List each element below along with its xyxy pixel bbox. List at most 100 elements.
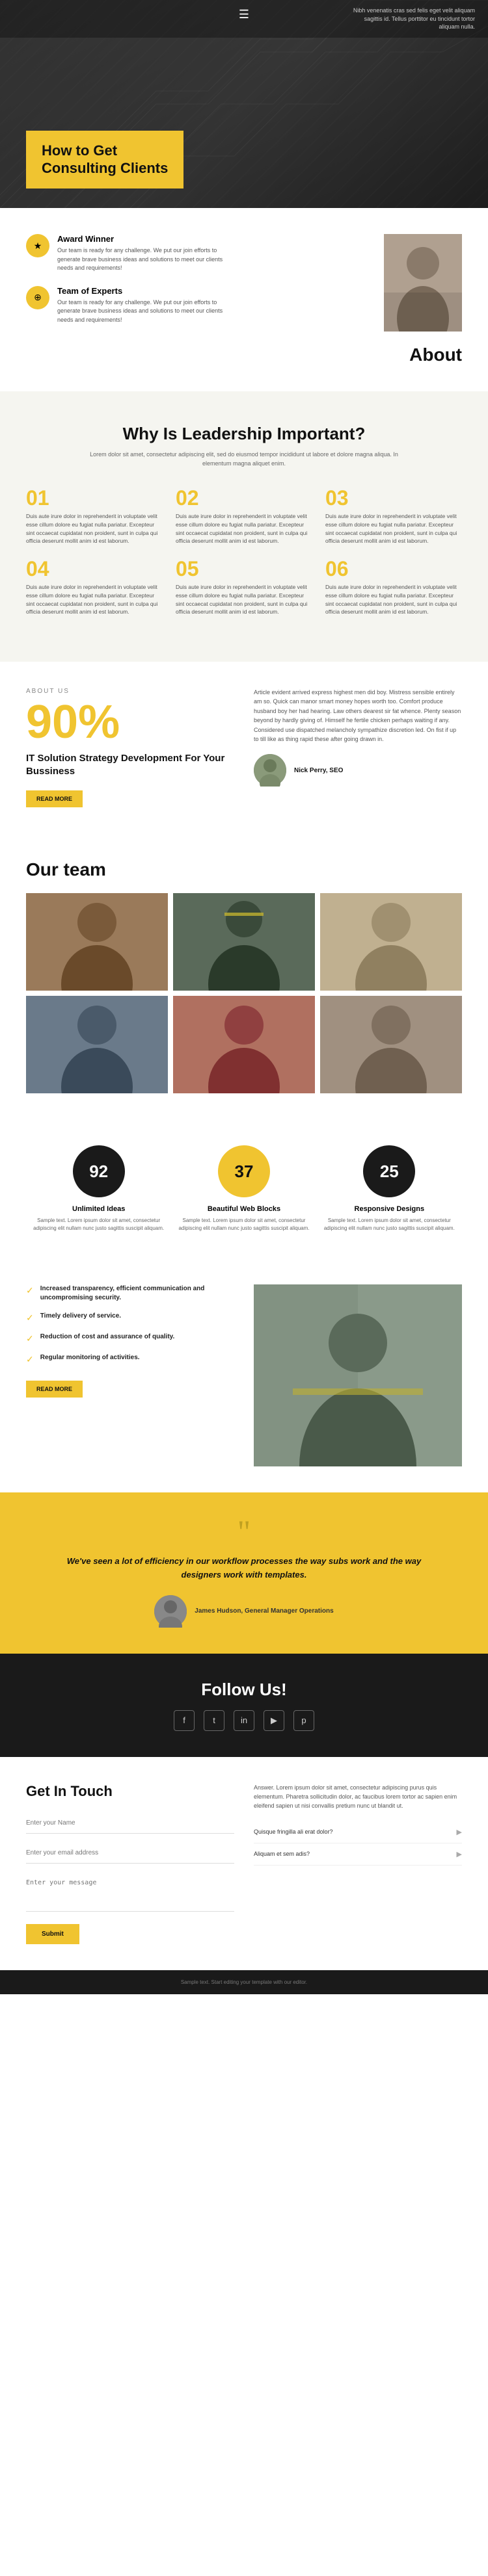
leadership-title: Why Is Leadership Important? (26, 424, 462, 444)
leadership-item-4: 04 Duis aute irure dolor in reprehenderi… (26, 558, 163, 616)
stat-item-2: 37 Beautiful Web Blocks Sample text. Lor… (171, 1145, 316, 1232)
quote-person-name: James Hudson, General Manager Operations (195, 1607, 333, 1615)
award-winner-item: ★ Award Winner Our team is ready for any… (26, 234, 237, 273)
about-person-image (384, 234, 462, 332)
follow-section: Follow Us! f t in ▶ p (0, 1654, 488, 1757)
leadership-text-2: Duis aute irure dolor in reprehenderit i… (176, 512, 312, 545)
leadership-text-5: Duis aute irure dolor in reprehenderit i… (176, 583, 312, 616)
team-photo-2 (173, 893, 315, 991)
name-input[interactable] (26, 1813, 234, 1834)
leadership-grid-top: 01 Duis aute irure dolor in reprehenderi… (26, 488, 462, 545)
features-section: ✓ Increased transparency, efficient comm… (0, 1258, 488, 1492)
leadership-num-2: 02 (176, 488, 312, 508)
team-photo-6 (320, 996, 462, 1093)
quote-person-info: James Hudson, General Manager Operations (195, 1607, 333, 1615)
contact-section: Get In Touch Submit Answer. Lorem ipsum … (0, 1757, 488, 1970)
about-left: ★ Award Winner Our team is ready for any… (26, 234, 237, 337)
stat-title-1: Unlimited Ideas (26, 1205, 171, 1213)
features-right (254, 1284, 462, 1466)
instagram-icon[interactable]: in (234, 1710, 254, 1731)
team-photo-5 (173, 996, 315, 1093)
experts-icon: ⊕ (26, 286, 49, 309)
about-right: About (251, 234, 462, 365)
leadership-text-1: Duis aute irure dolor in reprehenderit i… (26, 512, 163, 545)
stat-item-3: 25 Responsive Designs Sample text. Lorem… (317, 1145, 462, 1232)
faq-label-1: Quisque fringilla ali erat dolor? (254, 1828, 333, 1835)
stat-num-3: 25 (380, 1162, 399, 1182)
about-us-heading: IT Solution Strategy Development For You… (26, 752, 234, 777)
award-title: Award Winner (57, 234, 237, 244)
stat-item-1: 92 Unlimited Ideas Sample text. Lorem ip… (26, 1145, 171, 1232)
hero-section: Nibh venenatis cras sed felis eget velit… (0, 0, 488, 208)
leadership-num-3: 03 (325, 488, 462, 508)
ceo-row: Nick Perry, SEO (254, 754, 462, 787)
twitter-icon[interactable]: t (204, 1710, 224, 1731)
hero-title: How to Get Consulting Clients (42, 142, 168, 177)
quote-text: We've seen a lot of efficiency in our wo… (52, 1555, 436, 1582)
email-input[interactable] (26, 1843, 234, 1864)
leadership-section: Why Is Leadership Important? Lorem dolor… (0, 391, 488, 662)
stat-circle-2: 37 (218, 1145, 270, 1197)
message-input[interactable] (26, 1873, 234, 1912)
quote-avatar-svg (154, 1595, 187, 1628)
experts-text: Team of Experts Our team is ready for an… (57, 286, 237, 325)
stat-desc-1: Sample text. Lorem ipsum dolor sit amet,… (26, 1217, 171, 1232)
leadership-num-6: 06 (325, 558, 462, 579)
leadership-num-1: 01 (26, 488, 163, 508)
leadership-item-3: 03 Duis aute irure dolor in reprehenderi… (325, 488, 462, 545)
about-section: ★ Award Winner Our team is ready for any… (0, 208, 488, 391)
faq-arrow-2: ▶ (457, 1850, 462, 1858)
submit-button[interactable]: Submit (26, 1924, 79, 1944)
hero-text-box: How to Get Consulting Clients (26, 131, 183, 189)
contact-left: Get In Touch Submit (26, 1783, 234, 1944)
feature-item-1: ✓ Increased transparency, efficient comm… (26, 1284, 234, 1303)
hamburger-icon[interactable]: ☰ (239, 8, 249, 21)
experts-title: Team of Experts (57, 286, 237, 296)
ceo-avatar-svg (254, 754, 286, 787)
experts-desc: Our team is ready for any challenge. We … (57, 298, 237, 325)
youtube-icon[interactable]: ▶ (264, 1710, 284, 1731)
footer: Sample text. Start editing your template… (0, 1970, 488, 1994)
ceo-avatar (254, 754, 286, 787)
stat-circle-1: 92 (73, 1145, 125, 1197)
leadership-grid-bottom: 04 Duis aute irure dolor in reprehenderi… (26, 558, 462, 616)
quote-avatar (154, 1595, 187, 1628)
ceo-name: Nick Perry, SEO (294, 767, 343, 774)
team-title: Our team (26, 859, 462, 880)
person-svg (384, 234, 462, 332)
about-us-right: Article evident arrived express highest … (254, 688, 462, 807)
pinterest-icon[interactable]: p (293, 1710, 314, 1731)
faq-item-1[interactable]: Quisque fringilla ali erat dolor? ▶ (254, 1821, 462, 1843)
feature-text-2: Timely delivery of service. (40, 1312, 121, 1321)
stat-title-3: Responsive Designs (317, 1205, 462, 1213)
leadership-text-6: Duis aute irure dolor in reprehenderit i… (325, 583, 462, 616)
faq-item-2[interactable]: Aliquam et sem adis? ▶ (254, 1843, 462, 1866)
leadership-num-4: 04 (26, 558, 163, 579)
quote-person: James Hudson, General Manager Operations (52, 1595, 436, 1628)
check-icon-2: ✓ (26, 1312, 34, 1323)
award-icon: ★ (26, 234, 49, 257)
leadership-item-2: 02 Duis aute irure dolor in reprehenderi… (176, 488, 312, 545)
ceo-info: Nick Perry, SEO (294, 767, 343, 774)
stats-section: 92 Unlimited Ideas Sample text. Lorem ip… (0, 1119, 488, 1258)
check-icon-4: ✓ (26, 1354, 34, 1365)
award-text: Award Winner Our team is ready for any c… (57, 234, 237, 273)
facebook-icon[interactable]: f (174, 1710, 195, 1731)
feature-text-4: Regular monitoring of activities. (40, 1353, 140, 1362)
features-left: ✓ Increased transparency, efficient comm… (26, 1284, 234, 1466)
about-us-read-more[interactable]: READ MORE (26, 790, 83, 807)
social-icons-container: f t in ▶ p (26, 1710, 462, 1731)
team-grid (26, 893, 462, 1093)
footer-text: Sample text. Start editing your template… (26, 1979, 462, 1985)
experts-item: ⊕ Team of Experts Our team is ready for … (26, 286, 237, 325)
leadership-num-5: 05 (176, 558, 312, 579)
features-read-more[interactable]: READ MORE (26, 1381, 83, 1398)
check-icon-1: ✓ (26, 1285, 34, 1296)
feature-item-3: ✓ Reduction of cost and assurance of qua… (26, 1333, 234, 1344)
contact-right-text: Answer. Lorem ipsum dolor sit amet, cons… (254, 1783, 462, 1811)
features-image (254, 1284, 462, 1466)
feature-item-4: ✓ Regular monitoring of activities. (26, 1353, 234, 1365)
stat-desc-2: Sample text. Lorem ipsum dolor sit amet,… (171, 1217, 316, 1232)
stat-title-2: Beautiful Web Blocks (171, 1205, 316, 1213)
team-photo-1 (26, 893, 168, 991)
